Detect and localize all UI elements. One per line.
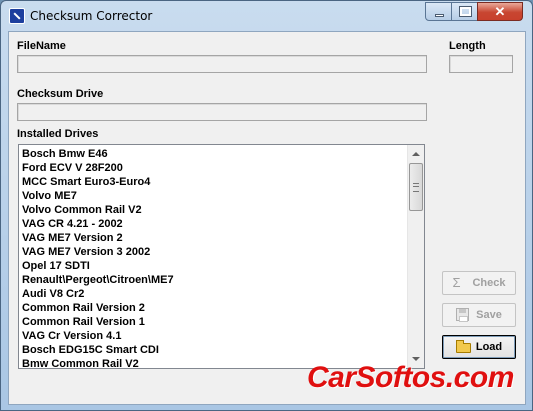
checksum-drive-field[interactable] xyxy=(17,103,427,121)
filename-label: FileName xyxy=(17,40,66,52)
length-label: Length xyxy=(449,40,486,52)
drive-list-items: Bosch Bmw E46 Ford ECV V 28F200 MCC Smart … xyxy=(19,145,409,368)
list-item[interactable]: Bosch Bmw E46 xyxy=(19,147,409,161)
installed-drives-label: Installed Drives xyxy=(17,128,99,140)
list-item[interactable]: Volvo ME7 xyxy=(19,189,409,203)
sigma-icon: Σ xyxy=(452,275,461,290)
open-folder-icon xyxy=(455,340,471,354)
load-button-label: Load xyxy=(475,341,503,353)
minimize-button[interactable] xyxy=(425,2,452,21)
check-button[interactable]: Σ Check xyxy=(442,271,516,295)
length-field[interactable] xyxy=(449,55,513,73)
list-item[interactable]: Common Rail Version 2 xyxy=(19,301,409,315)
list-item[interactable]: VAG CR 4.21 - 2002 xyxy=(19,217,409,231)
scroll-thumb[interactable] xyxy=(409,163,423,211)
installed-drives-list[interactable]: Bosch Bmw E46 Ford ECV V 28F200 MCC Smart … xyxy=(18,144,425,369)
list-item[interactable]: VAG Cr Version 4.1 xyxy=(19,329,409,343)
maximize-button[interactable] xyxy=(451,2,478,21)
list-item[interactable]: MCC Smart Euro3-Euro4 xyxy=(19,175,409,189)
save-button[interactable]: Save xyxy=(442,303,516,327)
list-item[interactable]: VAG ME7 Version 2 xyxy=(19,231,409,245)
watermark-text: CarSoftos.com xyxy=(307,361,514,394)
list-scrollbar[interactable] xyxy=(407,145,424,368)
floppy-disk-icon xyxy=(456,308,470,322)
minimize-icon xyxy=(435,14,444,17)
check-button-label: Check xyxy=(472,277,506,289)
window-title: Checksum Corrector xyxy=(30,9,153,23)
checksum-drive-label: Checksum Drive xyxy=(17,88,104,100)
save-button-label: Save xyxy=(476,309,502,321)
list-item[interactable]: Volvo Common Rail V2 xyxy=(19,203,409,217)
scroll-up-button[interactable] xyxy=(408,145,424,162)
close-button[interactable]: ✕ xyxy=(477,2,523,21)
list-item[interactable]: Opel 17 SDTI xyxy=(19,259,409,273)
list-item[interactable]: Audi V8 Cr2 xyxy=(19,287,409,301)
maximize-icon xyxy=(459,6,472,17)
app-icon[interactable] xyxy=(9,8,25,24)
title-bar[interactable]: Checksum Corrector ✕ xyxy=(1,1,532,31)
close-icon: ✕ xyxy=(494,4,506,19)
app-window: Checksum Corrector ✕ FileName Length Che… xyxy=(0,0,533,411)
list-item[interactable]: Common Rail Version 1 xyxy=(19,315,409,329)
client-area: FileName Length Checksum Drive Installed… xyxy=(8,31,526,405)
filename-field[interactable] xyxy=(17,55,427,73)
list-item[interactable]: Renault\Pergeot\Citroen\ME7 xyxy=(19,273,409,287)
list-item[interactable]: Bosch EDG15C Smart CDI xyxy=(19,343,409,357)
load-button[interactable]: Load xyxy=(442,335,516,359)
list-item[interactable]: VAG ME7 Version 3 2002 xyxy=(19,245,409,259)
list-item[interactable]: Ford ECV V 28F200 xyxy=(19,161,409,175)
